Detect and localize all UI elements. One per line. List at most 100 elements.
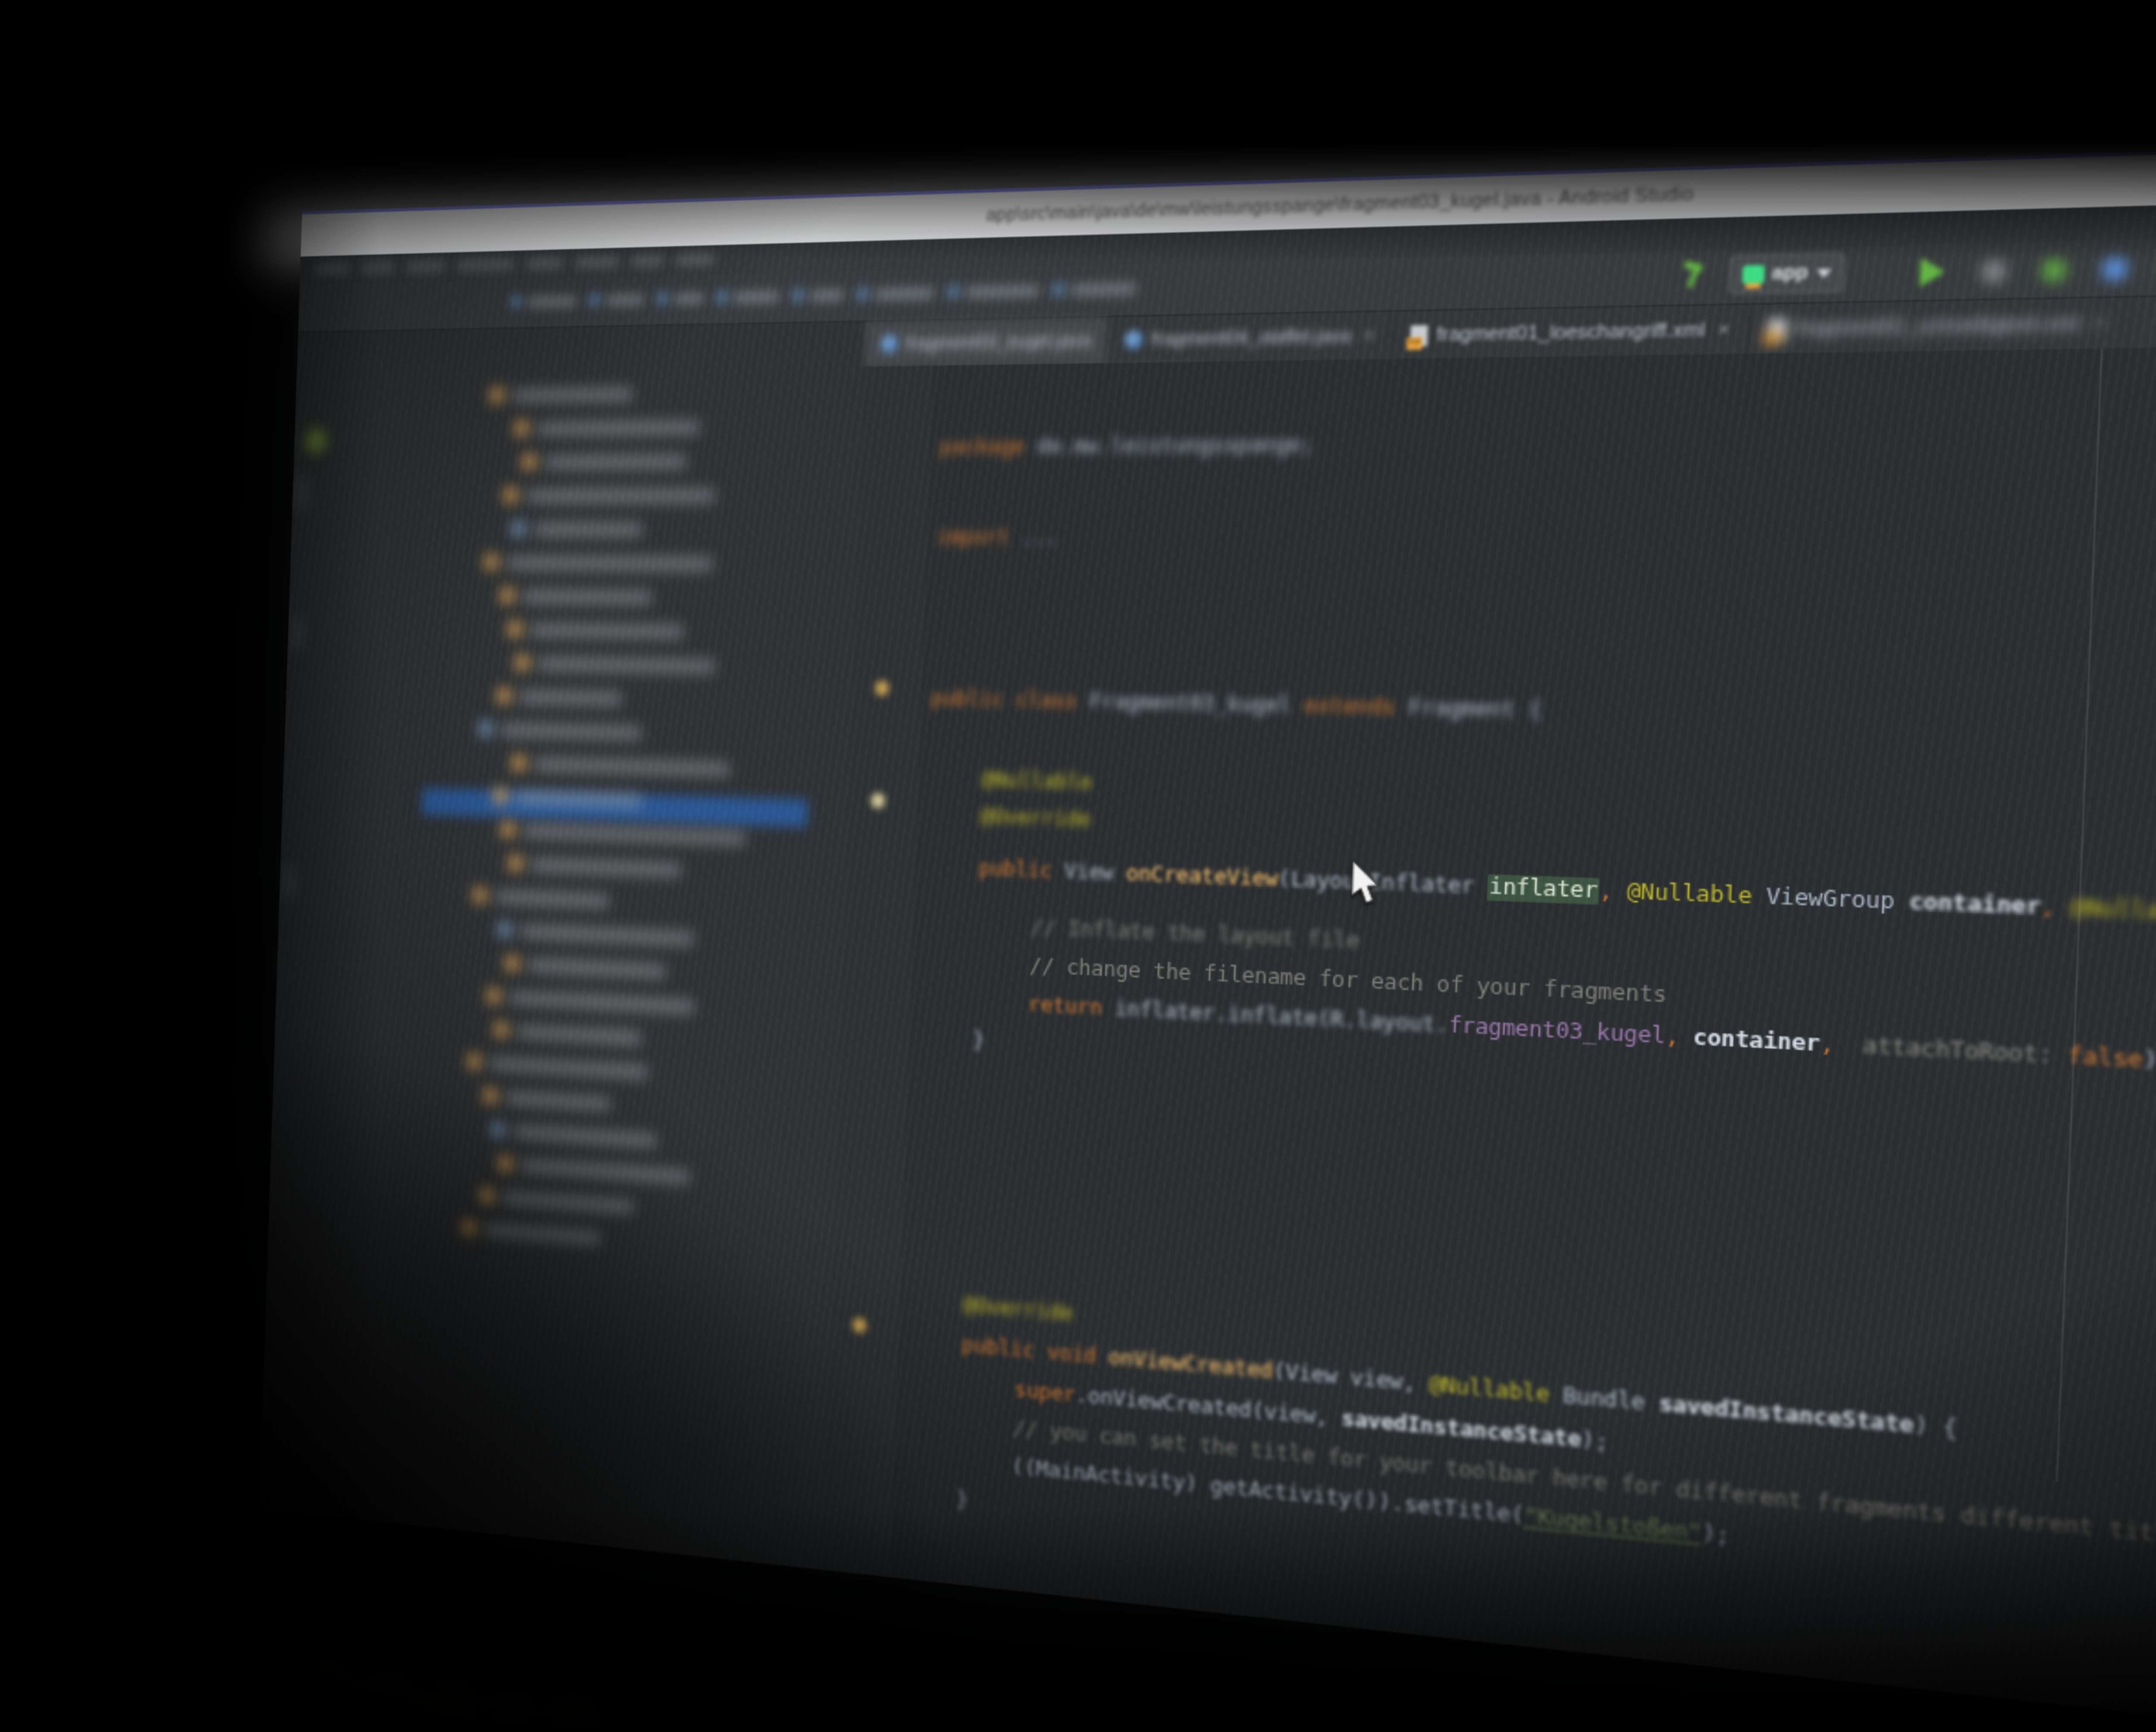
breadcrumb[interactable]	[856, 284, 935, 302]
editor-tab[interactable]: fragment04_staffel.java ×	[1108, 311, 1395, 363]
tab-label: fragment02_schnelligkeit.xml	[1796, 312, 2080, 339]
file-name-smudge	[507, 555, 713, 570]
close-icon[interactable]: ×	[2093, 312, 2106, 335]
breadcrumb[interactable]	[791, 286, 844, 304]
code-line: package de.mw.leistungsspange;	[939, 431, 1314, 462]
dock-icon-2[interactable]	[172, 1628, 231, 1687]
menu-item-smudge[interactable]	[361, 262, 395, 274]
class-gutter-icon[interactable]	[874, 681, 890, 696]
code-token: @Nullable	[981, 768, 1093, 796]
dock-icon-3[interactable]	[235, 1642, 293, 1701]
dock-icon-7[interactable]	[479, 1691, 538, 1732]
project-tree-row[interactable]	[511, 754, 730, 778]
override-gutter-icon[interactable]	[871, 793, 886, 809]
code-token: Fragment03_kugel	[1076, 689, 1305, 719]
project-tree-row[interactable]	[483, 553, 713, 572]
file-icon	[493, 788, 508, 803]
code-editor[interactable]: package de.mw.leistungsspange; import ...…	[890, 341, 2156, 1732]
project-tree-row[interactable]	[483, 1087, 611, 1112]
code-token: inflater	[1487, 874, 1600, 905]
editor-tab[interactable]: fragment03_kugel.java	[865, 317, 1110, 367]
code-token: View	[1051, 859, 1127, 887]
close-icon[interactable]: ×	[1363, 325, 1375, 346]
menu-item-smudge[interactable]	[313, 263, 351, 275]
code-token: ,	[1598, 878, 1614, 906]
project-tree-row[interactable]	[472, 886, 609, 910]
code-token: }	[972, 1028, 985, 1054]
window-title: app\src\main\java\de\mw\leistungsspange\…	[986, 183, 1694, 226]
breadcrumb[interactable]	[510, 292, 577, 310]
run-with-coverage-icon[interactable]	[2101, 255, 2128, 281]
dock-icon-5[interactable]	[359, 1666, 421, 1729]
run-configuration-select[interactable]: app	[1729, 252, 1845, 295]
file-icon	[461, 1220, 476, 1236]
dock-icon-chrome[interactable]	[538, 1701, 604, 1732]
project-tree-row[interactable]	[497, 921, 694, 947]
breadcrumb[interactable]	[656, 289, 705, 307]
project-tree-row[interactable]	[500, 821, 746, 847]
project-tool-window[interactable]	[259, 322, 868, 1570]
project-tree-row[interactable]	[503, 486, 716, 504]
file-icon	[490, 1122, 505, 1138]
file-icon	[472, 888, 488, 903]
dock-icon-1[interactable]	[107, 1618, 159, 1670]
breadcrumb-label	[606, 293, 645, 305]
folder-icon	[715, 290, 728, 304]
menu-item-smudge[interactable]	[630, 254, 664, 267]
menu-item-smudge[interactable]	[406, 260, 446, 273]
override-gutter-icon[interactable]	[852, 1317, 867, 1334]
project-tree-row[interactable]	[515, 654, 716, 675]
project-tree-row[interactable]	[521, 452, 687, 471]
project-tree-row[interactable]	[511, 520, 643, 537]
breadcrumb[interactable]	[588, 291, 645, 308]
menu-item-smudge[interactable]	[457, 258, 514, 271]
file-icon	[508, 856, 523, 871]
code-line: // Inflate the layout file	[1030, 914, 1360, 957]
editor-tab[interactable]: fragment02_schnelligkeit.xml ×	[1749, 298, 2128, 354]
project-tree-row[interactable]	[508, 854, 682, 879]
breadcrumb[interactable]	[715, 288, 780, 305]
photo-of-monitor: app\src\main\java\de\mw\leistungsspange\…	[0, 0, 2156, 1732]
editor-tab[interactable]: fragment01_loeschangriff.xml ×	[1392, 304, 1751, 359]
code-token: @Override	[962, 1293, 1073, 1327]
xml-file-icon	[1410, 324, 1429, 346]
code-token: );	[1701, 1520, 1730, 1550]
close-icon[interactable]: ×	[1717, 319, 1730, 341]
dock-icon-9[interactable]	[662, 1725, 721, 1732]
code-token: }	[956, 1487, 969, 1514]
dock-icon-4[interactable]	[297, 1654, 359, 1716]
project-tree-row[interactable]	[461, 1218, 601, 1246]
breadcrumb[interactable]	[1052, 279, 1137, 298]
dock-icon-firefox[interactable]	[600, 1713, 666, 1732]
code-token: extends	[1303, 693, 1396, 722]
project-tree-row[interactable]	[500, 587, 652, 606]
project-tree-row[interactable]	[490, 1120, 658, 1149]
menu-item-smudge[interactable]	[575, 256, 620, 268]
code-token: false	[2067, 1043, 2143, 1075]
project-tree-row[interactable]	[514, 418, 700, 437]
breadcrumb[interactable]	[946, 282, 1040, 301]
settings-icon[interactable]	[1981, 258, 2007, 283]
tool-stripe-smudge	[282, 864, 296, 900]
code-token: return	[1027, 992, 1103, 1022]
project-tree-row[interactable]	[505, 954, 666, 980]
project-tree-row[interactable]	[467, 1052, 648, 1080]
project-tree-row[interactable]	[507, 620, 684, 640]
project-tree-row[interactable]	[494, 1021, 642, 1047]
project-tree-row[interactable]	[486, 987, 695, 1015]
project-tree-row[interactable]	[498, 1155, 690, 1186]
project-tree-row[interactable]	[489, 385, 633, 404]
menu-item-smudge[interactable]	[525, 257, 564, 270]
run-button-icon[interactable]	[1919, 257, 1946, 287]
project-tree-row[interactable]	[496, 687, 622, 707]
file-name-smudge	[517, 1024, 642, 1044]
project-tree-row[interactable]	[479, 1186, 634, 1215]
project-tree-row[interactable]	[478, 720, 642, 741]
menu-item-smudge[interactable]	[675, 253, 715, 266]
code-token: container	[1692, 1025, 1821, 1058]
dock-icon-6[interactable]	[419, 1679, 481, 1732]
debug-icon[interactable]	[2041, 257, 2068, 282]
build-hammer-icon[interactable]	[1678, 261, 1708, 290]
